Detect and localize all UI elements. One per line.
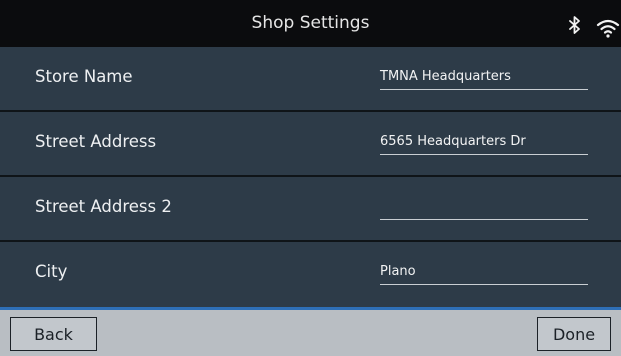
street-address-row: Street Address 6565 Headquarters Dr: [0, 112, 621, 177]
done-button[interactable]: Done: [537, 317, 611, 351]
store-name-field[interactable]: TMNA Headquarters: [380, 60, 588, 90]
street-address-label: Street Address: [35, 132, 157, 151]
street-address-2-row: Street Address 2: [0, 177, 621, 242]
field-underline: [380, 89, 588, 90]
city-row: City Plano: [0, 242, 621, 307]
city-field[interactable]: Plano: [380, 255, 588, 285]
back-button[interactable]: Back: [10, 317, 97, 351]
street-address-2-label: Street Address 2: [35, 197, 172, 216]
shop-settings-screen: Shop Settings Store Name TMNA Headquarte…: [0, 0, 621, 356]
field-underline: [380, 219, 588, 220]
field-underline: [380, 284, 588, 285]
store-name-value: TMNA Headquarters: [380, 69, 511, 84]
city-value: Plano: [380, 264, 416, 279]
page-title: Shop Settings: [251, 13, 370, 33]
street-address-field[interactable]: 6565 Headquarters Dr: [380, 125, 588, 155]
wifi-icon: [596, 19, 620, 38]
field-underline: [380, 154, 588, 155]
title-bar: Shop Settings: [0, 0, 621, 47]
city-label: City: [35, 262, 68, 281]
bluetooth-icon: [569, 16, 580, 34]
street-address-2-field[interactable]: [380, 190, 588, 220]
footer-bar: Back Done: [0, 310, 621, 356]
street-address-value: 6565 Headquarters Dr: [380, 134, 526, 149]
store-name-row: Store Name TMNA Headquarters: [0, 47, 621, 112]
store-name-label: Store Name: [35, 67, 133, 86]
